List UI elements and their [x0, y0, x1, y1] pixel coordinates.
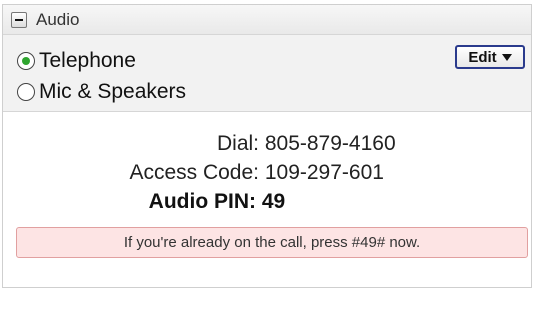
mic-speakers-option[interactable]: Mic & Speakers: [17, 80, 186, 104]
dial-number: 805-879-4160: [264, 132, 396, 155]
audio-pin-line: Audio PIN: 49: [3, 190, 533, 214]
access-code-value: 109-297-601: [264, 161, 384, 184]
mic-speakers-label: Mic & Speakers: [39, 80, 187, 103]
telephone-label: Telephone: [39, 49, 136, 72]
audio-pin-value: 49: [261, 190, 286, 213]
audio-pin-label: Audio PIN:: [148, 190, 256, 213]
panel-title: Audio: [36, 9, 80, 29]
access-code-label: Access Code:: [129, 161, 259, 184]
notice-text: If you're already on the call, press #49…: [123, 234, 421, 251]
access-code-line: Access Code: 109-297-601: [3, 161, 533, 185]
telephone-radio[interactable]: [17, 52, 35, 70]
edit-button[interactable]: Edit: [455, 45, 525, 69]
audio-options: Telephone Mic & Speakers Edit: [3, 35, 531, 112]
dial-in-details: Dial: 805-879-4160 Access Code: 109-297-…: [3, 112, 533, 213]
audio-panel-header: Audio: [3, 5, 531, 35]
dial-label: Dial:: [216, 132, 259, 155]
caret-down-icon: [501, 53, 512, 61]
collapse-icon[interactable]: [11, 11, 27, 28]
mic-speakers-radio[interactable]: [17, 83, 35, 101]
already-on-call-notice: If you're already on the call, press #49…: [16, 227, 528, 258]
dial-line: Dial: 805-879-4160: [3, 132, 533, 156]
telephone-option[interactable]: Telephone: [17, 49, 136, 73]
edit-button-label: Edit: [468, 48, 497, 66]
